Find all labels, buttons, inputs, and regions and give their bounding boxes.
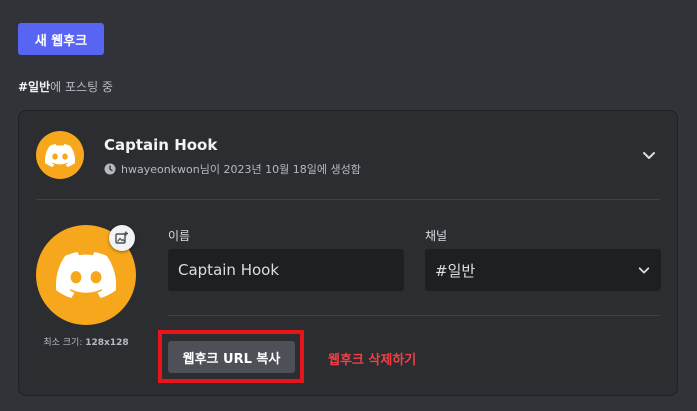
webhook-card: Captain Hook hwayeonkwon님이 2023년 10월 18일… (18, 110, 678, 396)
channel-select[interactable]: #일반 (425, 249, 661, 291)
posting-suffix: 에 포스팅 중 (50, 80, 113, 94)
channel-select-value: #일반 (435, 261, 476, 280)
discord-logo-icon (45, 143, 75, 167)
created-by-text: hwayeonkwon님이 2023년 10월 18일에 생성함 (121, 163, 361, 176)
divider (168, 315, 660, 316)
name-input-value: Captain Hook (178, 261, 280, 279)
clock-icon (104, 163, 116, 175)
divider (36, 199, 660, 200)
webhook-name: Captain Hook (104, 136, 218, 154)
posting-info: #일반에 포스팅 중 (18, 78, 113, 95)
name-input[interactable]: Captain Hook (168, 249, 404, 291)
add-image-icon (115, 231, 128, 244)
delete-webhook-link[interactable]: 웹후크 삭제하기 (328, 349, 416, 368)
webhook-avatar-small (36, 131, 84, 179)
min-size-prefix: 최소 크기: (43, 338, 86, 348)
new-webhook-button[interactable]: 새 웹후크 (18, 23, 104, 55)
webhook-meta: hwayeonkwon님이 2023년 10월 18일에 생성함 (104, 161, 361, 177)
chevron-down-icon[interactable] (641, 147, 657, 163)
copy-webhook-url-button[interactable]: 웹후크 URL 복사 (168, 341, 295, 373)
channel-label: 채널 (425, 229, 448, 243)
posting-channel: #일반 (18, 80, 51, 94)
name-label: 이름 (168, 229, 191, 243)
min-size-hint: 최소 크기: 128x128 (36, 335, 136, 348)
min-size-value: 128x128 (85, 338, 129, 348)
chevron-down-icon (638, 267, 650, 274)
upload-image-button[interactable] (109, 225, 135, 251)
discord-logo-icon (56, 252, 116, 298)
